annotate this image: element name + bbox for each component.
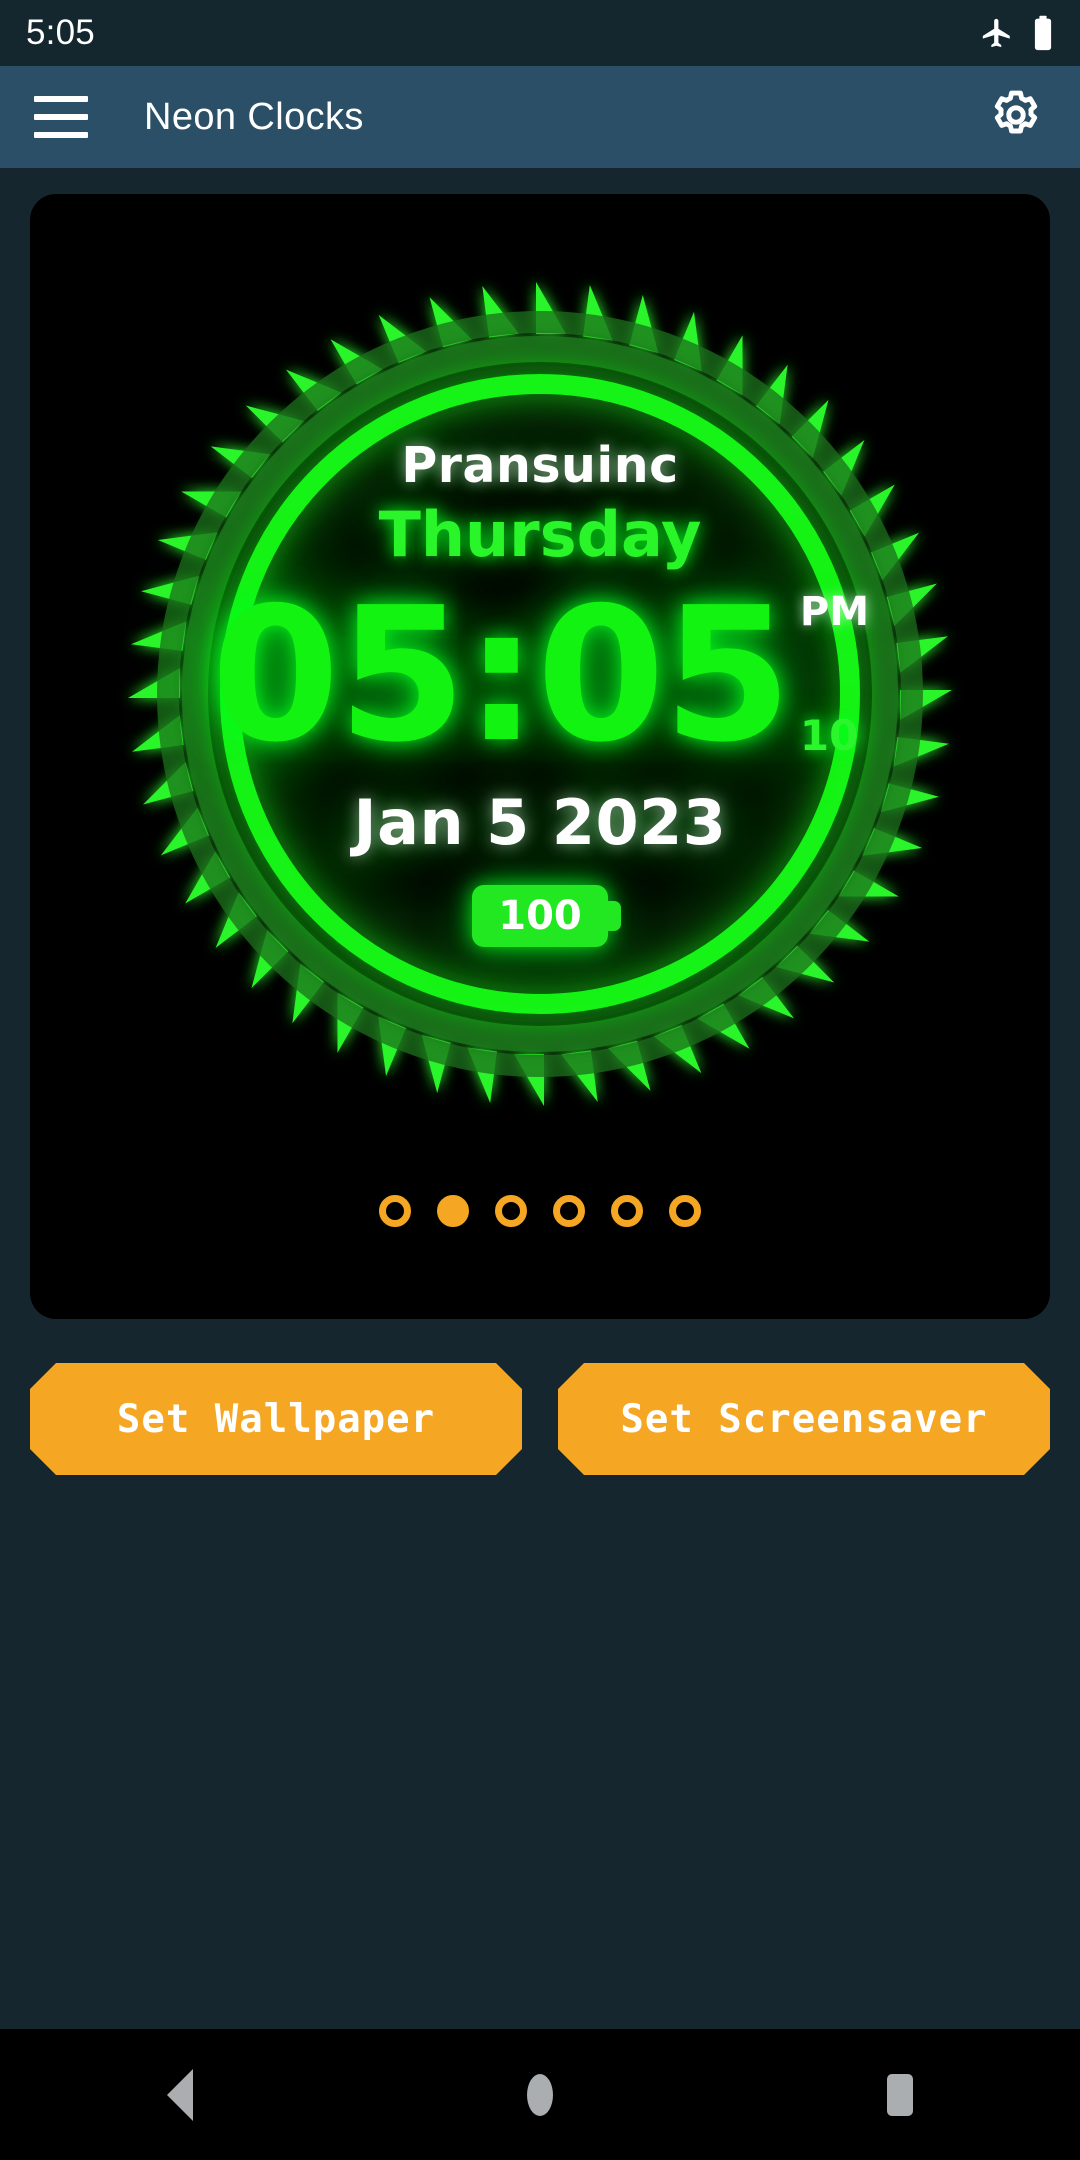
battery-icon [1032,15,1054,51]
android-nav-bar [0,2028,1080,2160]
neon-clock-graphic: Pransuinc Thursday 05:05 PM 10 Jan 5 202… [100,254,980,1134]
nav-recents-button[interactable] [830,2029,970,2160]
main-content: Pransuinc Thursday 05:05 PM 10 Jan 5 202… [0,168,1080,2028]
pager-dots [30,1195,1050,1227]
status-bar: 5:05 [0,0,1080,66]
set-screensaver-button[interactable]: Set Screensaver [558,1363,1050,1475]
airplane-mode-icon [980,16,1014,50]
clock-weekday: Thursday [378,497,702,571]
status-bar-clock: 5:05 [26,13,95,52]
clock-date: Jan 5 2023 [353,786,727,860]
nav-home-button[interactable] [470,2029,610,2160]
pager-dot[interactable] [611,1195,643,1227]
nav-back-button[interactable] [110,2029,250,2160]
app-root: 5:05 Neon Clocks Pransuinc Thursday 05:0… [0,0,1080,2160]
home-circle-icon [527,2073,553,2116]
action-button-row: Set Wallpaper Set Screensaver [30,1363,1050,1475]
gear-icon [988,87,1044,147]
set-wallpaper-button[interactable]: Set Wallpaper [30,1363,522,1475]
hamburger-line [34,132,88,138]
pager-dot[interactable] [495,1195,527,1227]
settings-button[interactable] [986,87,1046,147]
status-bar-icons [980,15,1054,51]
clock-seconds: 10 [799,710,859,760]
back-triangle-icon [167,2068,193,2121]
recents-square-icon [887,2073,913,2116]
clock-time-side: PM 10 [800,578,869,763]
pager-dot[interactable] [379,1195,411,1227]
clock-time: 05:05 [211,566,792,783]
page-title: Neon Clocks [144,95,364,138]
app-bar: Neon Clocks [0,66,1080,168]
clock-owner-name: Pransuinc [401,436,679,494]
pager-dot[interactable] [669,1195,701,1227]
clock-meridiem: PM [799,588,869,635]
clock-battery-badge: 100 [472,885,621,948]
clock-battery-value: 100 [498,893,582,940]
hamburger-line [34,96,88,102]
hamburger-menu-icon[interactable] [34,96,88,138]
hamburger-line [34,114,88,120]
clock-face: Pransuinc Thursday 05:05 PM 10 Jan 5 202… [100,254,980,1134]
clock-time-row: 05:05 PM 10 [211,566,869,783]
pager-dot[interactable] [437,1195,469,1227]
pager-dot[interactable] [553,1195,585,1227]
clock-preview-card[interactable]: Pransuinc Thursday 05:05 PM 10 Jan 5 202… [30,194,1050,1319]
